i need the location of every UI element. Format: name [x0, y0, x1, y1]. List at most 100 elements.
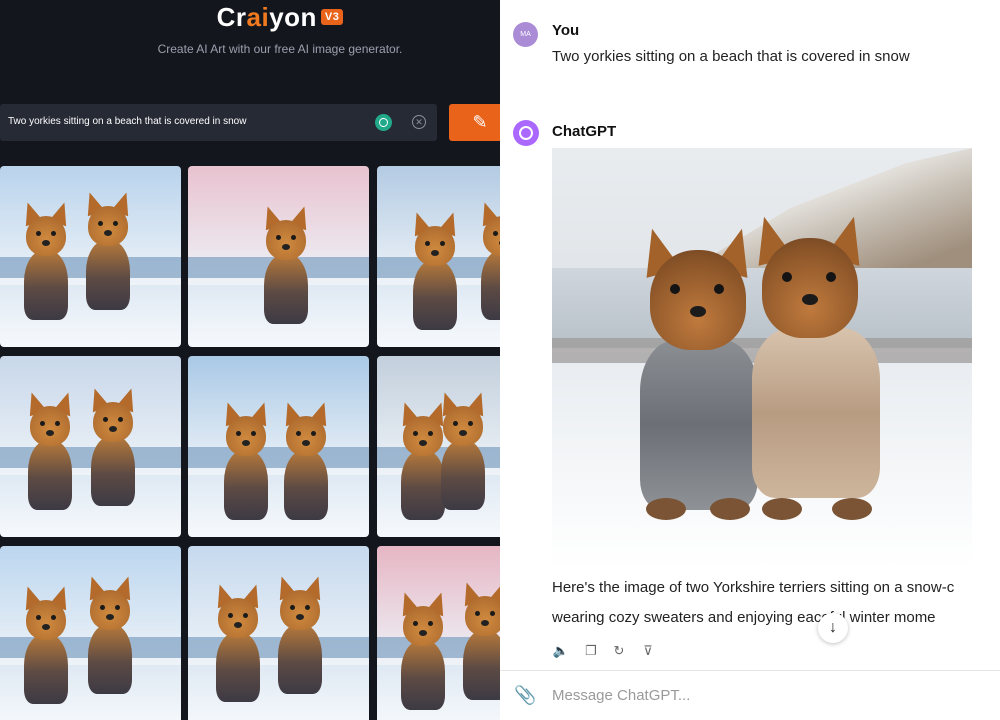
nose: [802, 294, 818, 305]
eye: [243, 613, 248, 618]
dog-head: [30, 406, 70, 446]
generated-image[interactable]: [552, 148, 972, 568]
generated-image-tile[interactable]: [377, 546, 500, 720]
gray-sweater: [640, 340, 758, 510]
user-name: You: [552, 22, 580, 39]
prompt-input[interactable]: Two yorkies sitting on a beach that is c…: [0, 104, 437, 141]
pencil-icon: ✎: [472, 112, 488, 132]
dog-body: [24, 634, 68, 704]
nose: [419, 440, 427, 446]
dog-body: [401, 640, 445, 710]
eye: [493, 231, 498, 236]
eye: [113, 221, 118, 226]
nose: [459, 430, 467, 436]
craiyon-logo[interactable]: Craiyon V3: [0, 2, 500, 33]
assistant-message-line: Here's the image of two Yorkshire terrie…: [552, 579, 955, 596]
eye: [276, 235, 281, 240]
eye: [98, 221, 103, 226]
thumbs-down-icon[interactable]: ⊽: [639, 642, 657, 660]
generated-image-tile[interactable]: [377, 166, 500, 347]
eye: [440, 241, 445, 246]
dog-body: [413, 260, 457, 330]
paw: [832, 498, 872, 520]
dog-head: [465, 596, 500, 636]
version-badge: V3: [320, 9, 344, 25]
paperclip-icon[interactable]: 📎: [514, 685, 536, 707]
nose: [242, 440, 250, 446]
generated-image-tile[interactable]: [0, 166, 181, 347]
dog-head: [88, 206, 128, 246]
dog-head: [26, 600, 66, 640]
nose: [106, 614, 114, 620]
nose: [104, 230, 112, 236]
copy-icon[interactable]: ❐: [582, 642, 600, 660]
dog-body: [278, 624, 322, 694]
dog-head: [266, 220, 306, 260]
eye: [490, 611, 495, 616]
eye: [453, 421, 458, 426]
eye: [290, 605, 295, 610]
dog-head: [218, 598, 258, 638]
nose: [46, 430, 54, 436]
head: [650, 250, 746, 350]
clear-icon[interactable]: ✕: [412, 115, 426, 129]
dog-head: [403, 606, 443, 646]
draw-button[interactable]: ✎: [449, 104, 500, 141]
eye: [670, 284, 680, 294]
eye: [714, 284, 724, 294]
eye: [51, 231, 56, 236]
generated-image-tile[interactable]: [0, 356, 181, 537]
nose: [481, 620, 489, 626]
dog-head: [280, 590, 320, 630]
eye: [103, 417, 108, 422]
tile-snow: [188, 475, 369, 537]
message-input[interactable]: [552, 687, 982, 704]
dog-body: [284, 450, 328, 520]
dog-body: [463, 630, 500, 700]
dog-body: [88, 624, 132, 694]
eye: [228, 613, 233, 618]
prompt-input-value[interactable]: Two yorkies sitting on a beach that is c…: [8, 116, 246, 127]
dog-body: [28, 440, 72, 510]
read-aloud-icon[interactable]: 🔈: [552, 642, 570, 660]
nose: [282, 244, 290, 250]
dog-body: [91, 436, 135, 506]
dog-head: [26, 216, 66, 256]
eye: [782, 272, 792, 282]
generated-image-tile[interactable]: [188, 546, 369, 720]
dog-body: [264, 254, 308, 324]
generated-image-tile[interactable]: [188, 166, 369, 347]
regenerate-icon[interactable]: ↻: [610, 642, 628, 660]
paw: [762, 498, 802, 520]
assistant-name: ChatGPT: [552, 123, 617, 140]
tile-sea: [188, 446, 369, 469]
generated-image-tile[interactable]: [0, 546, 181, 720]
nose: [302, 440, 310, 446]
generated-image-tile[interactable]: [377, 356, 500, 537]
eye: [236, 431, 241, 436]
scroll-down-button[interactable]: ↓: [818, 613, 848, 643]
eye: [55, 421, 60, 426]
dog-body: [86, 240, 130, 310]
generated-image-tile[interactable]: [188, 356, 369, 537]
eye: [51, 615, 56, 620]
eye: [36, 231, 41, 236]
nose: [690, 306, 706, 317]
eye: [468, 421, 473, 426]
message-composer: 📎: [500, 670, 1000, 720]
eye: [428, 431, 433, 436]
dog-head: [443, 406, 483, 446]
tagline: Create AI Art with our free AI image gen…: [157, 42, 403, 56]
avatar: MA: [513, 22, 538, 47]
eye: [296, 431, 301, 436]
eye: [475, 611, 480, 616]
eye: [311, 431, 316, 436]
eye: [115, 605, 120, 610]
beige-sweater: [752, 328, 880, 498]
dog-head: [403, 416, 443, 456]
nose: [234, 622, 242, 628]
grammar-check-icon[interactable]: [375, 114, 392, 131]
nose: [419, 630, 427, 636]
chatgpt-panel: MA You Two yorkies sitting on a beach th…: [500, 0, 1000, 720]
craiyon-panel: Craiyon V3 Create AI Art with our free AI…: [0, 0, 500, 720]
